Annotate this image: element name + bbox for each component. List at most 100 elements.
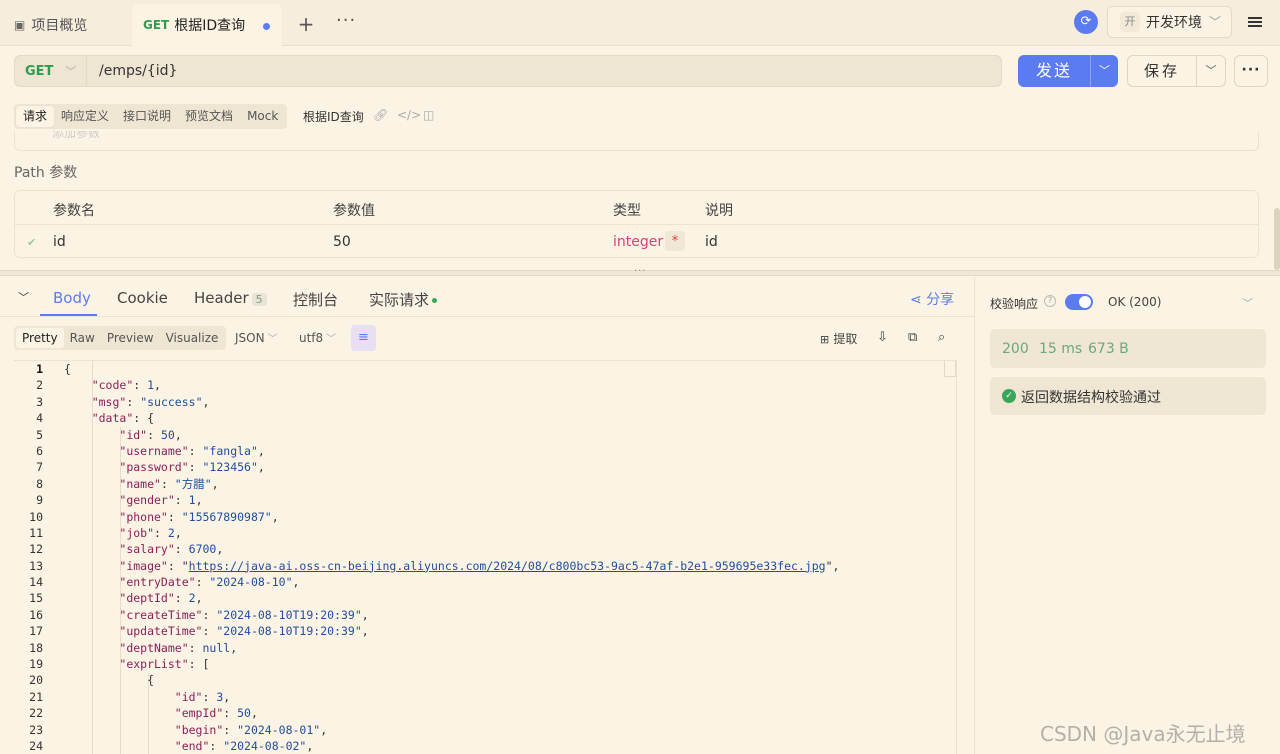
required-marker: * bbox=[665, 231, 685, 251]
code-line: "data": { bbox=[91, 411, 155, 426]
tab-more-button[interactable]: ··· bbox=[336, 10, 356, 31]
validation-pass-text: 返回数据结构校验通过 bbox=[1021, 390, 1161, 406]
main-menu-button[interactable] bbox=[1238, 6, 1272, 38]
line-number: 18 bbox=[29, 640, 43, 655]
status-dot-icon bbox=[432, 298, 438, 303]
tab-preview-doc[interactable]: 预览文档 bbox=[178, 106, 240, 127]
watermark: CSDN @Java永无止境 bbox=[1040, 722, 1246, 746]
send-button[interactable]: 发送 bbox=[1018, 55, 1090, 87]
validation-status[interactable]: OK (200) bbox=[1108, 295, 1161, 309]
chevron-down-icon[interactable]: ﹀ bbox=[18, 289, 29, 305]
line-number: 16 bbox=[29, 607, 43, 622]
search-icon[interactable]: ⌕ bbox=[938, 330, 945, 345]
line-number: 3 bbox=[36, 394, 43, 409]
help-icon[interactable]: ? bbox=[1044, 295, 1056, 307]
code-line: "username": "fangla", bbox=[119, 443, 265, 458]
code-line: { bbox=[64, 673, 155, 688]
tab-cookie[interactable]: Cookie bbox=[117, 289, 168, 307]
drag-handle-icon[interactable]: ··· bbox=[634, 266, 647, 277]
line-number: 8 bbox=[36, 476, 43, 491]
code-line: "id": 3, bbox=[174, 689, 231, 704]
tab-response-definition[interactable]: 响应定义 bbox=[54, 106, 116, 127]
tab-method: GET bbox=[143, 18, 170, 32]
validate-response-toggle[interactable] bbox=[1065, 294, 1093, 310]
send-options-button[interactable]: ﹀ bbox=[1090, 55, 1118, 87]
tab-actual-request[interactable]: 实际请求 bbox=[369, 289, 438, 310]
tab-mock[interactable]: Mock bbox=[240, 106, 285, 127]
minimap[interactable] bbox=[944, 361, 956, 377]
chevron-down-icon: ﹀ bbox=[1208, 15, 1221, 29]
param-type[interactable]: integer bbox=[613, 234, 663, 250]
tab-visualize[interactable]: Visualize bbox=[160, 328, 225, 348]
word-wrap-button[interactable]: ≡ bbox=[351, 325, 376, 351]
column-header-name: 参数名 bbox=[53, 203, 95, 219]
param-name[interactable]: id bbox=[53, 234, 66, 250]
tab-get-by-id[interactable]: GET 根据ID查询 bbox=[132, 4, 282, 46]
format-tabs: Pretty Raw Preview Visualize bbox=[14, 326, 227, 350]
url-bar: GET ﹀ /emps/{id} bbox=[14, 55, 1002, 87]
params-hint-row: 添加参数 bbox=[14, 131, 1259, 151]
code-line: "createTime": "2024-08-10T19:20:39", bbox=[119, 607, 369, 622]
tab-project-overview[interactable]: ▣ 项目概览 bbox=[14, 14, 87, 36]
tab-header-label: Header bbox=[194, 289, 249, 307]
response-body-editor[interactable]: 1 2 3 4 5 6 7 8 9 10 11 12 13 14 15 16 17 18 19 20 21 22 23 24 … bbox=[14, 360, 956, 754]
header-count-badge: 5 bbox=[251, 293, 267, 306]
chevron-down-icon: ﹀ bbox=[326, 334, 337, 345]
code-line: "empId": 50, bbox=[174, 706, 258, 721]
tab-api-description[interactable]: 接口说明 bbox=[116, 106, 178, 127]
tab-console[interactable]: 控制台 bbox=[293, 289, 338, 310]
line-number: 11 bbox=[29, 525, 43, 540]
tab-preview[interactable]: Preview bbox=[101, 328, 160, 348]
layout-icon: ▣ bbox=[14, 18, 26, 32]
tab-body[interactable]: Body bbox=[53, 289, 91, 307]
copy-icon[interactable]: ⧉ bbox=[908, 330, 917, 345]
request-scrollbar[interactable] bbox=[1274, 208, 1280, 270]
more-actions-button[interactable]: ··· bbox=[1234, 55, 1268, 87]
code-content: { "code": 1, "msg": "success", "data": {… bbox=[64, 361, 839, 754]
line-number: 14 bbox=[29, 575, 43, 590]
tab-label: 项目概览 bbox=[31, 18, 88, 34]
code-line: "id": 50, bbox=[119, 427, 182, 442]
line-number: 15 bbox=[29, 591, 43, 606]
download-icon[interactable]: ⇩ bbox=[877, 330, 888, 345]
tab-actual-request-label: 实际请求 bbox=[369, 291, 430, 309]
add-param-hint[interactable]: 添加参数 bbox=[52, 131, 100, 141]
sync-icon[interactable]: ⟳ bbox=[1074, 10, 1098, 34]
tab-header[interactable]: Header 5 bbox=[194, 289, 267, 307]
tab-raw[interactable]: Raw bbox=[64, 328, 101, 348]
env-badge: 开 bbox=[1120, 12, 1140, 32]
format-select[interactable]: JSON ﹀ bbox=[235, 330, 278, 345]
save-options-button[interactable]: ﹀ bbox=[1196, 55, 1226, 87]
api-name[interactable]: 根据ID查询 bbox=[303, 108, 364, 125]
share-button[interactable]: ⋖ 分享 bbox=[910, 289, 954, 309]
code-line: "password": "123456", bbox=[119, 460, 265, 475]
url-input[interactable]: /emps/{id} bbox=[99, 56, 177, 86]
line-number: 6 bbox=[36, 443, 43, 458]
line-number: 7 bbox=[36, 460, 43, 475]
chevron-down-icon: ﹀ bbox=[65, 65, 77, 78]
panel-icon[interactable]: ◫ bbox=[423, 108, 434, 122]
method-select[interactable]: GET ﹀ bbox=[15, 56, 87, 86]
tab-pretty[interactable]: Pretty bbox=[16, 328, 64, 348]
environment-select[interactable]: 开 开发环境 ﹀ bbox=[1107, 6, 1232, 38]
extract-button[interactable]: ⊞ 提取 bbox=[820, 330, 857, 347]
param-description[interactable]: id bbox=[705, 234, 718, 250]
code-line: { bbox=[64, 362, 71, 376]
line-number: 5 bbox=[36, 427, 43, 442]
line-number: 9 bbox=[36, 493, 43, 508]
param-value[interactable]: 50 bbox=[333, 234, 351, 250]
new-tab-button[interactable]: + bbox=[296, 12, 316, 36]
line-number: 19 bbox=[29, 657, 43, 672]
save-button[interactable]: 保存 bbox=[1127, 55, 1197, 87]
tab-request[interactable]: 请求 bbox=[16, 106, 55, 127]
code-line: "gender": 1, bbox=[119, 493, 203, 508]
code-line: "begin": "2024-08-01", bbox=[174, 722, 328, 737]
check-icon[interactable]: ✔ bbox=[27, 236, 36, 249]
path-params-table: 参数名 参数值 类型 说明 ✔ id 50 integer * id bbox=[14, 190, 1259, 258]
link-icon[interactable]: 🔗︎ bbox=[373, 108, 388, 122]
chevron-down-icon[interactable]: ﹀ bbox=[1242, 295, 1253, 311]
code-icon[interactable]: </> bbox=[397, 108, 421, 122]
line-number: 12 bbox=[29, 542, 43, 557]
encoding-select[interactable]: utf8 ﹀ bbox=[299, 330, 336, 345]
encoding-value: utf8 bbox=[299, 331, 324, 345]
